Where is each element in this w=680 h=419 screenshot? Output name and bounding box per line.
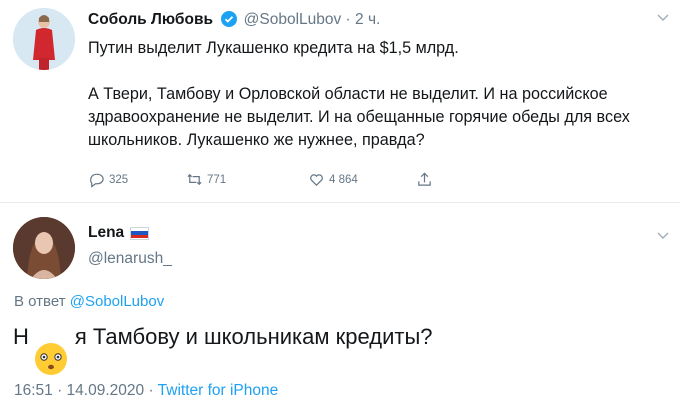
tweet-divider: [0, 202, 680, 203]
avatar[interactable]: [13, 217, 75, 279]
reply-author-name[interactable]: Lena: [88, 224, 150, 242]
reply-text-end: я Тамбову и школьникам кредиты?: [74, 324, 433, 349]
retweet-button[interactable]: 771: [186, 171, 226, 188]
avatar[interactable]: [13, 8, 75, 70]
reply-count: 325: [109, 173, 129, 186]
reply-author-label: Lena: [88, 224, 125, 241]
tweet-header: Соболь Любовь @SobolLubov · 2 ч.: [88, 10, 380, 30]
tweet[interactable]: Соболь Любовь @SobolLubov · 2 ч. Путин в…: [0, 0, 680, 202]
retweet-count: 771: [207, 173, 227, 186]
reply-button[interactable]: 325: [88, 171, 128, 188]
timestamp[interactable]: 16:51 · 14.09.2020 ·: [14, 382, 158, 399]
reply-text: Ня Тамбову и школьникам кредиты?: [13, 322, 433, 375]
reply-icon: [90, 173, 104, 188]
reply-to-link[interactable]: @SobolLubov: [70, 293, 164, 310]
tweet-meta: 16:51 · 14.09.2020 · Twitter for iPhone: [14, 382, 278, 400]
reply-to-prefix: В ответ: [14, 293, 70, 310]
face-emoji-icon: [34, 343, 67, 375]
tweet-text: Путин выделит Лукашенко кредита на $1,5 …: [88, 39, 630, 149]
verified-icon: [221, 11, 238, 27]
chevron-down-icon[interactable]: [657, 14, 669, 22]
source-link[interactable]: Twitter for iPhone: [158, 382, 279, 399]
author-name[interactable]: Соболь Любовь: [88, 11, 213, 28]
reply-to-line: В ответ @SobolLubov: [14, 293, 164, 310]
like-icon: [310, 174, 323, 187]
share-icon: [418, 172, 431, 186]
tweet-actions: 325 771 4 864: [88, 171, 448, 191]
share-button[interactable]: [416, 171, 433, 188]
retweet-icon: [187, 173, 202, 186]
chevron-down-icon[interactable]: [657, 232, 669, 240]
reply-author-handle[interactable]: @lenarush_: [88, 250, 172, 268]
russia-flag-icon: [130, 226, 150, 240]
reply-text-start: Н: [13, 324, 29, 349]
like-count: 4 864: [329, 173, 358, 186]
author-handle-time[interactable]: @SobolLubov · 2 ч.: [244, 11, 381, 28]
like-button[interactable]: 4 864: [308, 171, 358, 188]
